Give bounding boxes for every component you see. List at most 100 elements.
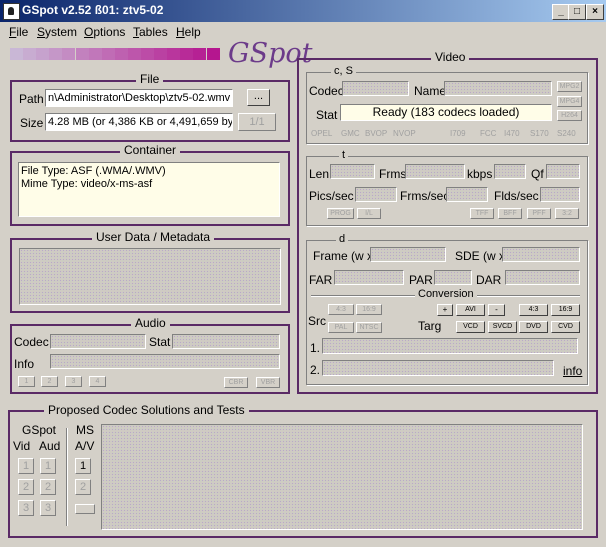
container-info-box: File Type: ASF (.WMA/.WMV) Mime Type: vi… <box>18 162 280 217</box>
gmc-tag: GMC <box>341 129 360 138</box>
src-label: Src <box>308 314 326 328</box>
menu-options[interactable]: Options <box>84 25 125 39</box>
menu-help[interactable]: Help <box>176 25 201 39</box>
title-bar[interactable]: GSpot v2.52 ß01: ztv5-02 _ □ × <box>0 0 606 22</box>
prog-tag: PROG <box>327 208 354 219</box>
len-field <box>330 164 375 179</box>
qf-field <box>546 164 580 179</box>
proposed-results-box <box>101 424 583 530</box>
gradient-square <box>154 48 168 60</box>
nvop-tag: NVOP <box>393 129 416 138</box>
mime-type-text: Mime Type: video/x-ms-asf <box>21 178 153 190</box>
gradient-square <box>206 48 220 60</box>
gradient-square <box>141 48 154 60</box>
src-4-3-tag: 4:3 <box>328 304 354 315</box>
window-title: GSpot v2.52 ß01: ztv5-02 <box>22 3 164 17</box>
menu-tables[interactable]: Tables <box>133 25 168 39</box>
gradient-square <box>127 48 141 60</box>
info-link[interactable]: info <box>563 364 582 378</box>
container-group-title: Container <box>120 143 181 157</box>
qf-label: Qf <box>531 167 544 181</box>
cbr-tag: CBR <box>224 377 248 388</box>
gradient-square <box>193 48 207 60</box>
audio-stream-3[interactable]: 3 <box>65 376 82 387</box>
targ-dvd-button[interactable]: DVD <box>519 321 548 333</box>
i470-tag: I470 <box>504 129 520 138</box>
userdata-group-title: User Data / Metadata <box>92 230 215 244</box>
frms-field <box>405 164 465 179</box>
proposed-divider <box>66 428 68 526</box>
mpg4-tag: MPG4 <box>557 96 582 107</box>
menu-tables-label: ables <box>139 25 168 39</box>
kbps-field <box>494 164 526 179</box>
vid-test-2[interactable]: 2 <box>18 479 34 495</box>
ms-test-indicator[interactable] <box>75 504 95 514</box>
audio-stream-1[interactable]: 1 <box>18 376 35 387</box>
aud-test-3[interactable]: 3 <box>40 500 56 516</box>
ms-test-1[interactable]: 1 <box>75 458 91 474</box>
sde-field <box>502 247 580 262</box>
targ-cvd-button[interactable]: CVD <box>551 321 580 333</box>
menu-file[interactable]: File <box>9 25 28 39</box>
audio-stream-2[interactable]: 2 <box>41 376 58 387</box>
close-button[interactable]: × <box>586 4 604 20</box>
maximize-button[interactable]: □ <box>568 4 586 20</box>
browse-button[interactable]: ... <box>247 89 270 106</box>
size-label: Size <box>20 116 44 130</box>
fcc-tag: FCC <box>480 129 497 138</box>
vid-test-1[interactable]: 1 <box>18 458 34 474</box>
targ-4-3-button[interactable]: 4:3 <box>519 304 548 316</box>
vid-label: Vid <box>13 439 31 453</box>
file-group-title: File <box>136 72 164 86</box>
path-label: Path <box>19 92 44 106</box>
file-type-text: File Type: ASF (.WMA/.WMV) <box>21 165 166 177</box>
menu-file-label: ile <box>16 25 29 39</box>
gradient-square <box>114 48 128 60</box>
aud-test-1[interactable]: 1 <box>40 458 56 474</box>
audio-codec-label: Codec <box>14 335 49 349</box>
src-pal-tag: PAL <box>328 322 354 333</box>
mpg2-tag: MPG2 <box>557 81 582 92</box>
vbr-tag: VBR <box>256 377 280 388</box>
conv-line2-label: 2. <box>310 363 321 377</box>
i709-tag: I709 <box>450 129 466 138</box>
audio-info-label: Info <box>14 357 35 371</box>
src-16-9-tag: 16:9 <box>356 304 382 315</box>
frms-sec-field <box>446 187 488 202</box>
av-label: A/V <box>75 439 95 453</box>
audio-stream-4[interactable]: 4 <box>89 376 106 387</box>
sde-label: SDE (w x <box>455 249 506 263</box>
video-stat-field: Ready (183 codecs loaded) <box>340 104 552 121</box>
pulldown-tag: 3:2 <box>555 208 579 219</box>
conv-plus-button[interactable]: + <box>437 304 453 316</box>
path-field[interactable]: n\Administrator\Desktop\ztv5-02.wmv <box>45 89 233 107</box>
pff-tag: PFF <box>527 208 551 219</box>
kbps-label: kbps <box>467 167 493 181</box>
menu-system-label: ystem <box>45 25 78 39</box>
targ-16-9-button[interactable]: 16:9 <box>551 304 580 316</box>
video-group-title: Video <box>431 50 470 64</box>
menu-system[interactable]: System <box>37 25 77 39</box>
vid-test-3[interactable]: 3 <box>18 500 34 516</box>
par-label: PAR <box>409 273 433 287</box>
aud-test-2[interactable]: 2 <box>40 479 56 495</box>
tff-tag: TFF <box>470 208 494 219</box>
src-ntsc-tag: NTSC <box>356 322 382 333</box>
pics-sec-label: Pics/sec <box>309 189 354 203</box>
conv-avi-button[interactable]: AVI <box>456 304 485 316</box>
h264-tag: H264 <box>557 110 582 121</box>
audio-codec-field <box>50 334 146 349</box>
conv-line1-label: 1. <box>310 341 321 355</box>
menu-help-accel: H <box>176 25 185 39</box>
targ-vcd-button[interactable]: VCD <box>456 321 485 333</box>
gradient-square <box>62 48 76 60</box>
app-icon[interactable] <box>3 3 20 20</box>
ms-test-2[interactable]: 2 <box>75 479 91 495</box>
s240-tag: S240 <box>557 129 576 138</box>
opel-tag: OPEL <box>311 129 333 138</box>
ms-label: MS <box>76 423 94 437</box>
targ-svcd-button[interactable]: SVCD <box>488 321 517 333</box>
conv-minus-button[interactable]: - <box>488 304 505 316</box>
conv-line2-field <box>322 360 554 376</box>
video-codec-field <box>342 81 409 96</box>
